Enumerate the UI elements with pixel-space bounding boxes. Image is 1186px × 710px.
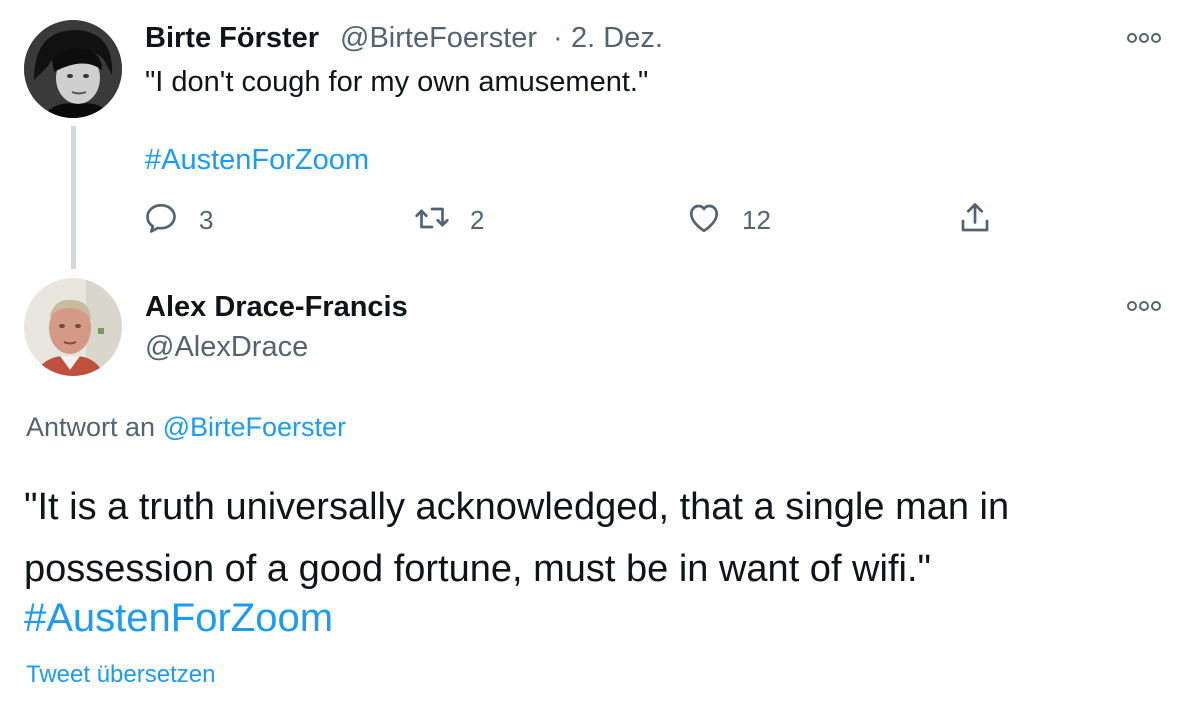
like-icon bbox=[686, 200, 722, 241]
reply-icon bbox=[143, 200, 179, 241]
tweet1-separator: · bbox=[553, 22, 563, 54]
tweet1-hashtag[interactable]: #AustenForZoom bbox=[145, 144, 369, 177]
tweet1-more-icon[interactable] bbox=[1124, 28, 1164, 48]
reply-context: Antwort an @BirteFoerster bbox=[26, 412, 346, 443]
tweet1-author-handle[interactable]: @BirteFoerster bbox=[340, 22, 537, 55]
retweet-button[interactable]: 2 bbox=[414, 202, 484, 238]
thread-line bbox=[71, 126, 76, 269]
tweet1-text: "I don't cough for my own amusement." bbox=[145, 66, 649, 98]
avatar-alex[interactable] bbox=[24, 278, 122, 376]
translate-tweet-link[interactable]: Tweet übersetzen bbox=[26, 661, 215, 689]
share-icon bbox=[957, 200, 993, 241]
reply-to-link[interactable]: @BirteFoerster bbox=[163, 412, 346, 442]
tweet2-text: "It is a truth universally acknowledged,… bbox=[24, 486, 1010, 590]
retweet-count: 2 bbox=[470, 204, 485, 235]
avatar-alex-image bbox=[24, 278, 122, 376]
tweet1-date[interactable]: 2. Dez. bbox=[571, 22, 663, 55]
like-button[interactable]: 12 bbox=[686, 202, 771, 238]
retweet-icon bbox=[414, 200, 450, 241]
reply-button[interactable]: 3 bbox=[143, 202, 213, 238]
tweet2-author-name[interactable]: Alex Drace-Francis bbox=[145, 291, 408, 324]
like-count: 12 bbox=[742, 204, 771, 235]
tweet2-author-handle[interactable]: @AlexDrace bbox=[145, 331, 308, 364]
avatar-birte-image bbox=[24, 20, 122, 118]
reply-prefix: Antwort an bbox=[26, 412, 156, 442]
tweet2-more-icon[interactable] bbox=[1124, 296, 1164, 316]
share-button[interactable] bbox=[957, 202, 993, 238]
avatar-birte[interactable] bbox=[24, 20, 122, 118]
tweet1-author-name[interactable]: Birte Förster bbox=[145, 22, 319, 55]
reply-count: 3 bbox=[199, 204, 214, 235]
tweet2-hashtag[interactable]: #AustenForZoom bbox=[24, 596, 333, 641]
